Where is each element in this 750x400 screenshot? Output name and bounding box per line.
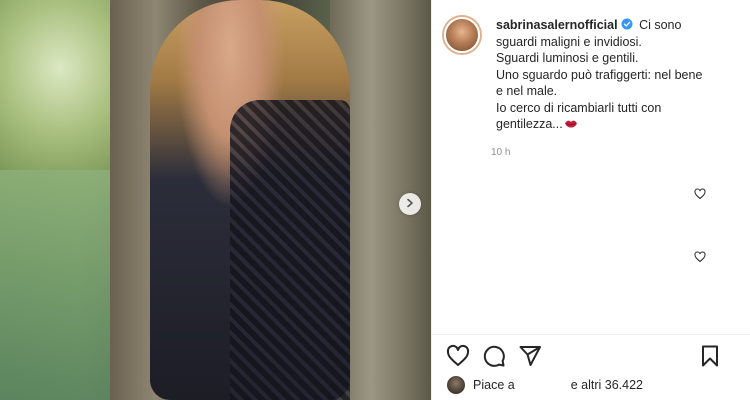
comment-bubble-icon: [482, 345, 506, 372]
heart-icon[interactable]: [694, 187, 706, 200]
heart-icon: [446, 344, 470, 372]
lace-cover: [230, 100, 350, 400]
caption-line: Sguardi luminosi e gentili.: [496, 51, 639, 65]
caption-line-last: gentilezza...: [496, 116, 702, 133]
heart-icon[interactable]: [694, 250, 706, 263]
lips-emoji-icon: [564, 116, 578, 128]
caption-line: Io cerco di ricambiarli tutti con: [496, 100, 662, 115]
actions-divider: [432, 334, 750, 335]
save-button[interactable]: [698, 344, 722, 368]
chevron-right-icon: [405, 195, 415, 213]
likes-prefix: Piace a: [473, 378, 515, 392]
like-button[interactable]: [446, 344, 470, 368]
author-username[interactable]: sabrinasalernofficial: [496, 18, 618, 32]
verified-badge-icon: [621, 18, 633, 30]
caption: sabrinasalernofficial Ci sono sguardi ma…: [444, 17, 734, 133]
share-button[interactable]: [518, 344, 542, 368]
liker-avatar[interactable]: [447, 376, 465, 394]
caption-line: e nel male.: [496, 84, 558, 98]
post-photo[interactable]: [0, 0, 431, 400]
caption-line: Uno sguardo può trafiggerti: nel bene: [496, 67, 703, 82]
author-avatar[interactable]: [444, 17, 480, 53]
caption-line: sguardi maligni e invidiosi.: [496, 34, 642, 49]
action-bar: [446, 344, 554, 368]
bookmark-icon: [698, 345, 722, 372]
post-timestamp[interactable]: 10 h: [491, 147, 510, 158]
likes-count[interactable]: e altri 36.422: [571, 378, 643, 392]
caption-body: sabrinasalernofficial Ci sono sguardi ma…: [496, 17, 702, 133]
caption-line: Ci sono: [639, 18, 682, 32]
caption-text: gentilezza...: [496, 117, 563, 131]
next-photo-button[interactable]: [399, 193, 421, 215]
paper-plane-icon: [518, 346, 542, 372]
likes-summary: Piace a e altri 36.422: [447, 376, 643, 394]
comment-button[interactable]: [482, 344, 506, 368]
